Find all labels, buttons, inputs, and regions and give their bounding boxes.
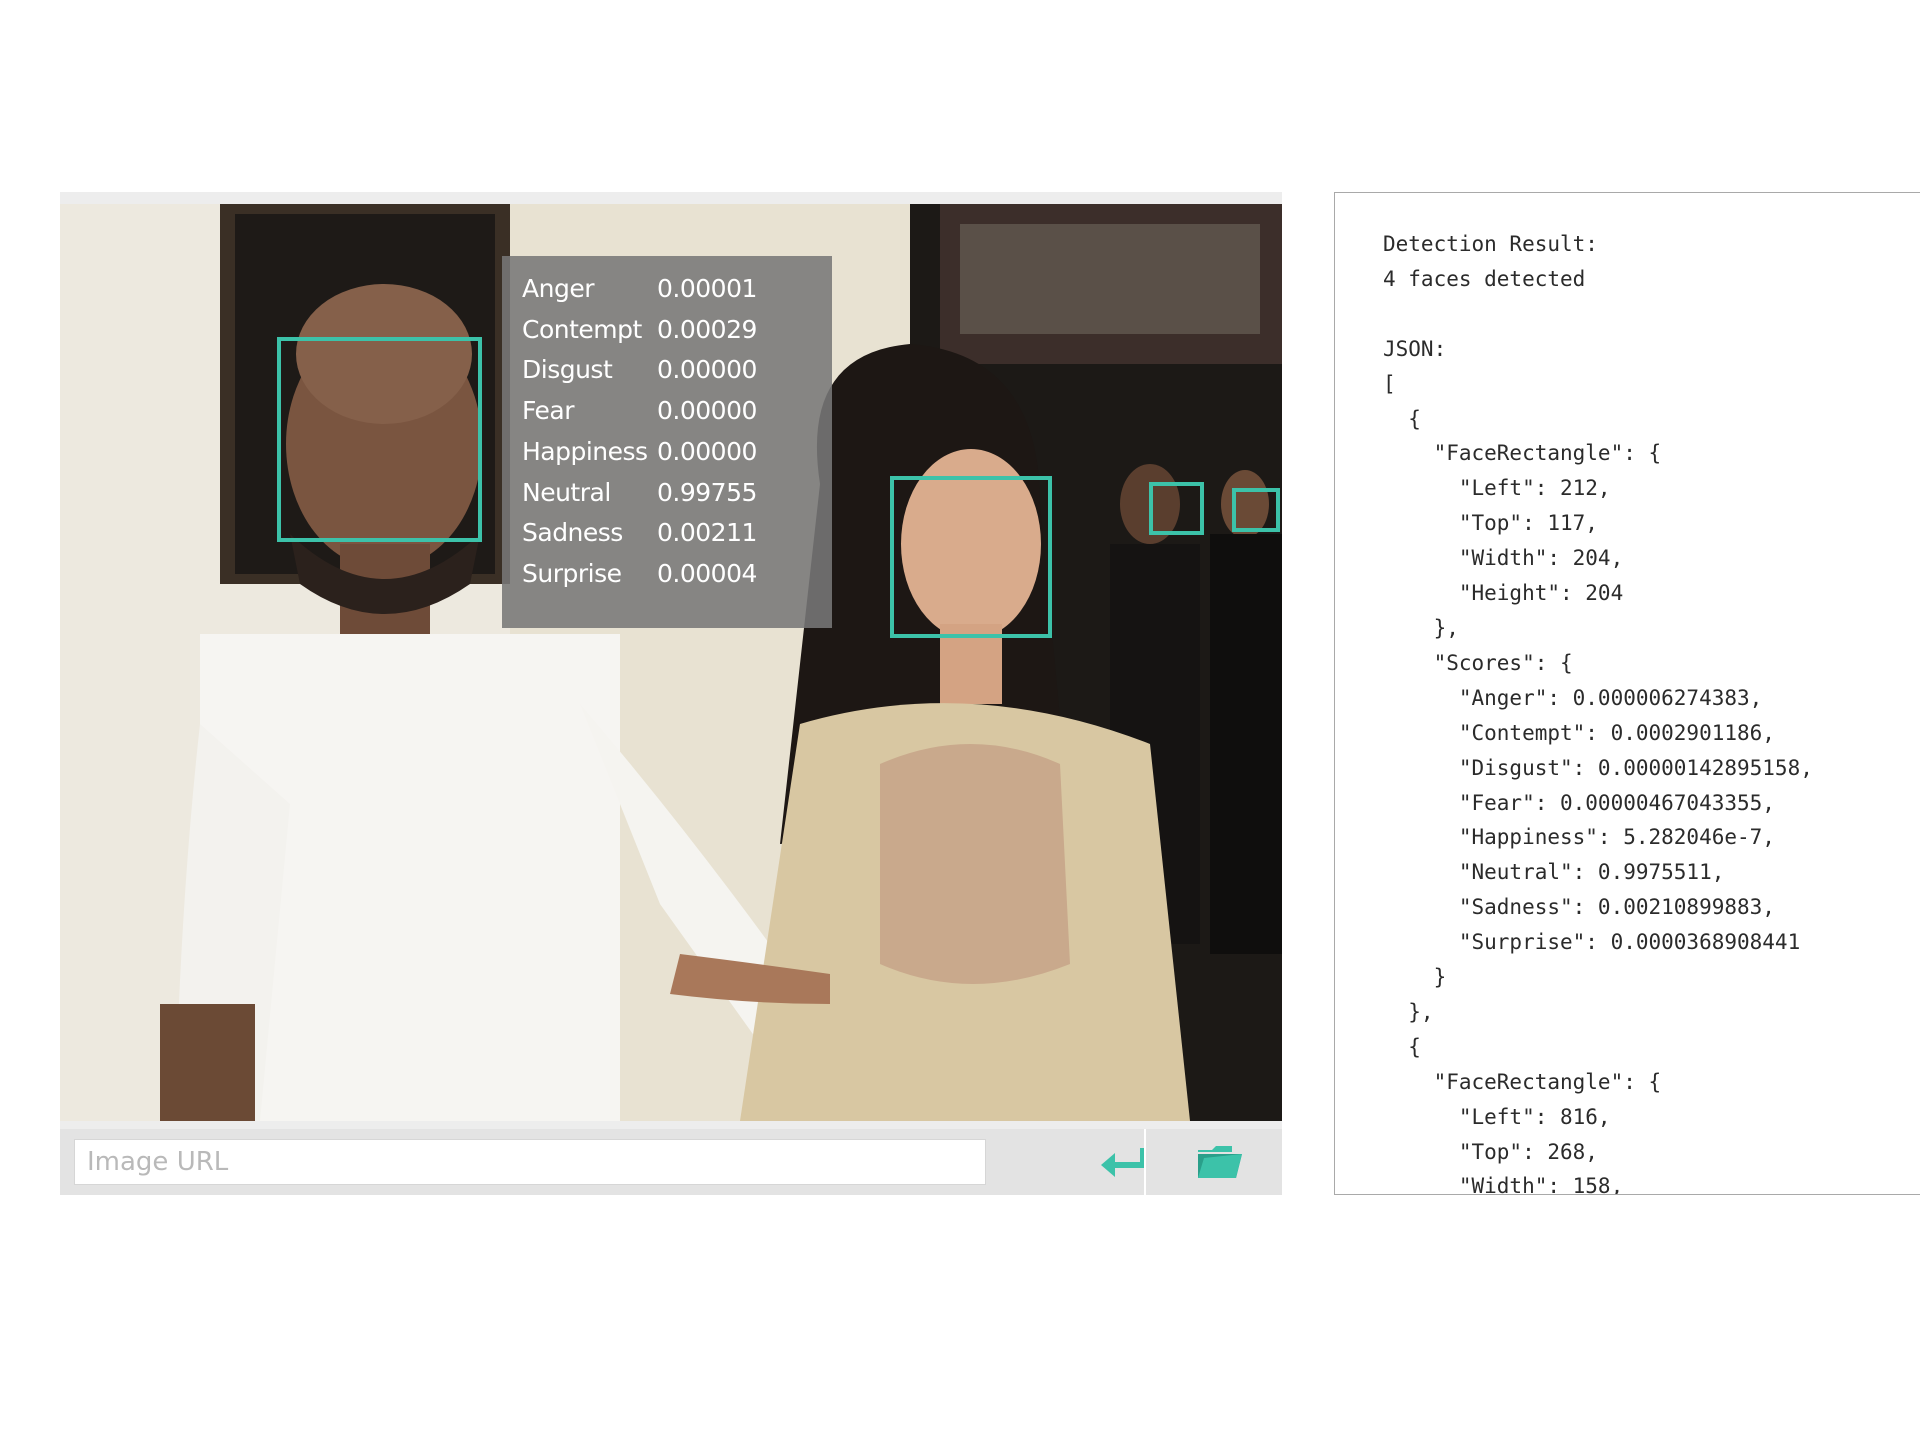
json-line: "Width": 204, bbox=[1383, 546, 1624, 571]
json-line: "Fear": 0.00000467043355, bbox=[1383, 790, 1775, 815]
json-line: "Neutral": 0.9975511, bbox=[1383, 860, 1725, 885]
json-line: "Surprise": 0.0000368908441 bbox=[1383, 930, 1801, 955]
emotion-value: 0.00029 bbox=[657, 314, 757, 344]
emotion-value: 0.00004 bbox=[657, 558, 757, 588]
json-line: }, bbox=[1383, 999, 1434, 1024]
json-line: "FaceRectangle": { bbox=[1383, 441, 1662, 466]
emotion-name: Sadness bbox=[522, 518, 623, 548]
image-url-input[interactable] bbox=[74, 1139, 986, 1185]
analyzed-photo: Anger 0.00001 Contempt 0.00029 Disgust 0.0000… bbox=[60, 204, 1282, 1121]
json-line: "Width": 158, bbox=[1383, 1174, 1624, 1195]
emotion-name: Neutral bbox=[522, 477, 611, 507]
json-line: "Contempt": 0.0002901186, bbox=[1383, 720, 1775, 745]
json-line: [ bbox=[1383, 371, 1396, 396]
result-heading: Detection Result: bbox=[1383, 232, 1598, 256]
emotion-name: Contempt bbox=[522, 314, 642, 344]
emotion-value: 0.00211 bbox=[657, 518, 757, 548]
face-rectangle-1[interactable] bbox=[277, 337, 482, 542]
image-toolbar bbox=[60, 1129, 1282, 1195]
emotion-value: 0.00000 bbox=[657, 396, 757, 426]
json-line: "Left": 816, bbox=[1383, 1104, 1611, 1129]
detection-result-panel[interactable]: Detection Result: 4 faces detected JSON:… bbox=[1334, 192, 1920, 1195]
emotion-value: 0.00001 bbox=[657, 274, 757, 303]
emotion-name: Happiness bbox=[522, 436, 648, 466]
emotion-name: Surprise bbox=[522, 558, 622, 588]
json-line: "Disgust": 0.00000142895158, bbox=[1383, 755, 1813, 780]
json-line: "Top": 268, bbox=[1383, 1139, 1598, 1164]
faces-summary: 4 faces detected bbox=[1383, 266, 1586, 291]
image-panel: Anger 0.00001 Contempt 0.00029 Disgust 0.0000… bbox=[60, 192, 1282, 1195]
detection-result-text: Detection Result: 4 faces detected JSON:… bbox=[1383, 227, 1813, 1195]
json-line: "Sadness": 0.00210899883, bbox=[1383, 895, 1775, 920]
json-label: JSON: bbox=[1383, 336, 1447, 361]
emotion-scores-tooltip: Anger 0.00001 Contempt 0.00029 Disgust 0.0000… bbox=[502, 256, 832, 628]
emotion-name: Disgust bbox=[522, 355, 613, 385]
emotion-name: Fear bbox=[522, 396, 575, 426]
emotion-value: 0.99755 bbox=[657, 477, 757, 507]
json-line: "FaceRectangle": { bbox=[1383, 1069, 1662, 1094]
json-output: [ { "FaceRectangle": { "Left": 212, "Top… bbox=[1383, 371, 1813, 1195]
json-line: { bbox=[1383, 406, 1421, 431]
face-rectangle-4[interactable] bbox=[1232, 488, 1280, 532]
emotion-value: 0.00000 bbox=[657, 436, 757, 466]
browse-folder-button[interactable] bbox=[1170, 1129, 1270, 1195]
toolbar-divider bbox=[1144, 1129, 1146, 1195]
json-line: }, bbox=[1383, 615, 1459, 640]
emotion-value: 0.00000 bbox=[657, 355, 757, 385]
json-line: "Happiness": 5.282046e-7, bbox=[1383, 825, 1775, 850]
json-line: "Top": 117, bbox=[1383, 511, 1598, 536]
json-line: } bbox=[1383, 965, 1447, 990]
folder-open-icon bbox=[1198, 1146, 1242, 1178]
json-line: "Scores": { bbox=[1383, 650, 1573, 675]
face-rectangle-3[interactable] bbox=[1149, 482, 1204, 535]
json-line: "Anger": 0.000006274383, bbox=[1383, 685, 1763, 710]
submit-url-button[interactable] bbox=[1090, 1129, 1160, 1195]
emotion-name: Anger bbox=[522, 274, 594, 303]
json-line: "Height": 204 bbox=[1383, 581, 1624, 606]
json-line: { bbox=[1383, 1034, 1421, 1059]
json-line: "Left": 212, bbox=[1383, 476, 1611, 501]
face-rectangle-2[interactable] bbox=[890, 476, 1052, 638]
